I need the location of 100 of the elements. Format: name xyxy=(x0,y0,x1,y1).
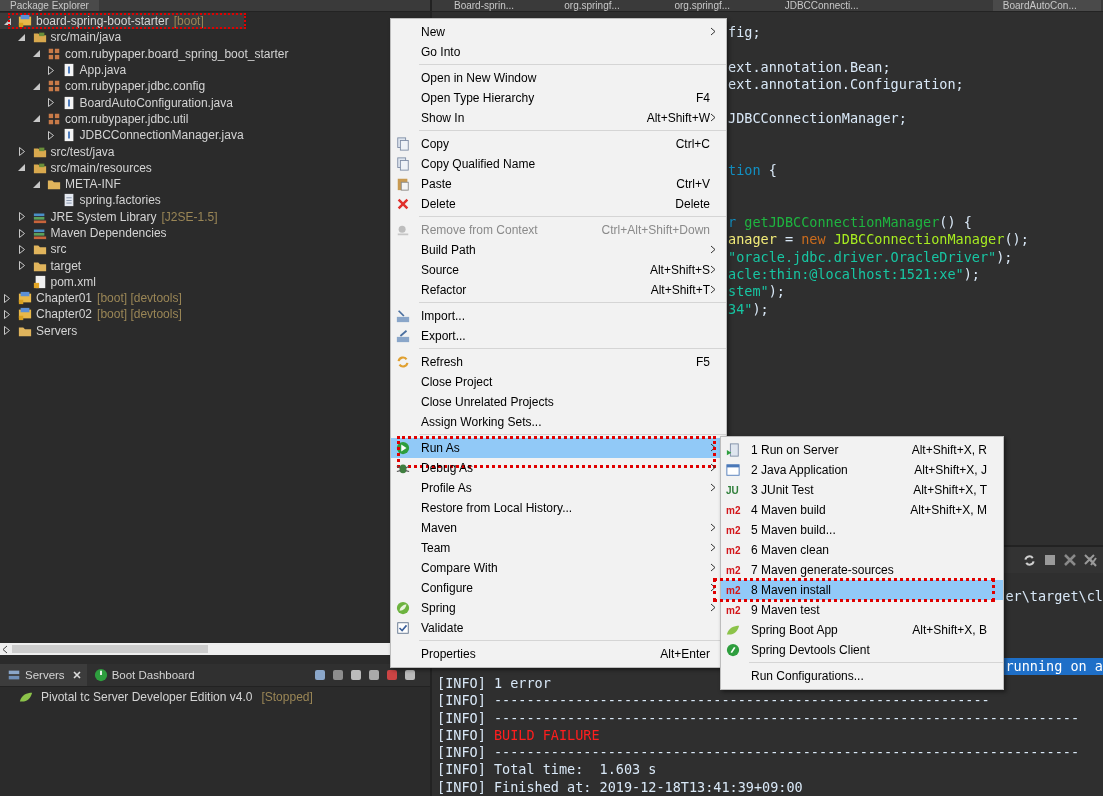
menu-item[interactable]: New xyxy=(391,22,726,42)
expanded-arrow-icon[interactable] xyxy=(32,50,40,58)
menu-item[interactable]: m2 4 Maven build Alt+Shift+X, M xyxy=(721,500,1003,520)
menu-item[interactable]: m2 7 Maven generate-sources xyxy=(721,560,1003,580)
tree-item[interactable]: com.rubypaper.jdbc.util xyxy=(0,110,195,128)
view-tab[interactable]: Boot Dashboard xyxy=(86,664,201,686)
expanded-arrow-icon[interactable] xyxy=(32,180,40,188)
menu-item[interactable]: Source Alt+Shift+S xyxy=(391,260,726,280)
scroll-left-icon[interactable] xyxy=(2,644,8,654)
collapsed-arrow-icon[interactable] xyxy=(4,310,10,319)
menu-item[interactable]: Show In Alt+Shift+W xyxy=(391,108,726,128)
tree-item[interactable]: Maven Dependencies xyxy=(0,224,173,242)
tree-label: Chapter02 xyxy=(36,307,93,322)
tree-item[interactable]: App.java xyxy=(0,61,133,79)
tree-item[interactable]: pom.xml xyxy=(0,273,102,291)
editor-tab[interactable]: BoardAutoCon... xyxy=(992,0,1101,11)
remove-all-icon[interactable] xyxy=(1084,553,1097,567)
console-line: [INFO] Total time: 1.603 s xyxy=(437,761,657,779)
tree-item[interactable]: spring.factories xyxy=(0,192,167,209)
collapsed-arrow-icon[interactable] xyxy=(18,147,25,156)
tree-item[interactable]: BoardAutoConfiguration.java xyxy=(0,94,239,111)
toolbar-icon[interactable] xyxy=(368,669,380,681)
close-icon[interactable] xyxy=(72,671,81,679)
tree-item[interactable]: src/test/java xyxy=(0,143,121,160)
menu-item[interactable]: Import... xyxy=(391,306,726,326)
expanded-arrow-icon[interactable] xyxy=(3,17,11,25)
menu-item[interactable]: Spring Boot App Alt+Shift+X, B xyxy=(721,620,1003,640)
console-line: [INFO] 1 error xyxy=(437,674,551,693)
tree-item[interactable]: target xyxy=(0,257,88,274)
menu-item[interactable]: Paste Ctrl+V xyxy=(391,174,726,194)
xml-file-icon xyxy=(32,274,47,289)
collapsed-arrow-icon[interactable] xyxy=(18,244,25,254)
tree-item[interactable]: com.rubypaper.jdbc.config xyxy=(0,78,212,95)
tree-label: Servers xyxy=(36,323,78,338)
tree-item[interactable]: src/main/java xyxy=(0,29,128,46)
menu-item[interactable]: Open Type Hierarchy F4 xyxy=(391,88,726,108)
menu-item[interactable]: Assign Working Sets... xyxy=(391,412,726,432)
editor-tab[interactable]: org.springf... xyxy=(554,0,663,11)
menu-item[interactable]: 2 Java Application Alt+Shift+X, J xyxy=(721,460,1003,480)
menu-item[interactable]: Copy Qualified Name xyxy=(391,154,726,174)
tree-item[interactable]: Chapter01 [boot] [devtools] xyxy=(0,290,188,307)
menu-item[interactable]: Delete Delete xyxy=(391,194,726,214)
collapsed-arrow-icon[interactable] xyxy=(18,212,25,222)
view-tab[interactable]: Servers xyxy=(0,664,87,686)
menu-item[interactable]: Open in New Window xyxy=(391,68,726,88)
tree-item[interactable]: JRE System Library [J2SE-1.5] xyxy=(0,208,224,225)
tree-item[interactable]: Chapter02 [boot] [devtools] xyxy=(0,306,188,323)
collapsed-arrow-icon[interactable] xyxy=(4,293,10,303)
stop-icon[interactable] xyxy=(1044,554,1056,567)
tree-label: META-INF xyxy=(65,177,121,192)
tree-item[interactable]: com.rubypaper.board_spring_boot_starter xyxy=(0,45,295,62)
menu-item[interactable]: m2 6 Maven clean xyxy=(721,540,1003,560)
toolbar-icon[interactable] xyxy=(404,669,416,681)
collapsed-arrow-icon[interactable] xyxy=(18,261,25,271)
power-icon xyxy=(93,668,108,682)
view-tab[interactable]: Package Explorer xyxy=(0,0,99,11)
menu-item[interactable]: JU 3 JUnit Test Alt+Shift+X, T xyxy=(721,480,1003,500)
editor-tab[interactable]: JDBCConnecti... xyxy=(774,0,991,11)
collapsed-arrow-icon[interactable] xyxy=(4,326,10,336)
menu-item[interactable]: m2 5 Maven build... xyxy=(721,520,1003,540)
tree-item[interactable]: Servers xyxy=(0,322,84,339)
tree-item[interactable]: board-spring-boot-starter [boot] xyxy=(0,13,244,30)
tree-decoration: [boot] [devtools] xyxy=(97,291,182,306)
toolbar-icon[interactable] xyxy=(314,669,326,681)
refresh-icon xyxy=(396,355,410,369)
editor-tab[interactable]: Board-sprin... xyxy=(444,0,553,11)
menu-item[interactable]: Spring Devtools Client xyxy=(721,640,1003,660)
expanded-arrow-icon[interactable] xyxy=(32,115,40,123)
menu-item[interactable]: Build Path xyxy=(391,240,726,260)
remove-icon xyxy=(396,223,410,237)
collapsed-arrow-icon[interactable] xyxy=(47,130,54,140)
expanded-arrow-icon[interactable] xyxy=(32,82,40,90)
expanded-arrow-icon[interactable] xyxy=(18,33,25,41)
menu-item[interactable]: Close Project xyxy=(391,372,726,392)
menu-item[interactable]: Export... xyxy=(391,326,726,346)
menu-item[interactable]: Run Configurations... xyxy=(721,666,1003,686)
toolbar-icon[interactable] xyxy=(350,669,362,681)
menu-icon-label: m2 xyxy=(726,604,741,616)
editor-tab[interactable]: org.springf... xyxy=(664,0,773,11)
server-row[interactable]: Pivotal tc Server Developer Edition v4.0 [Stopped] xyxy=(0,687,430,704)
tree-item[interactable]: src xyxy=(0,241,73,258)
collapsed-arrow-icon[interactable] xyxy=(18,228,25,238)
project-icon xyxy=(18,307,32,322)
refresh-icon[interactable] xyxy=(1023,553,1036,567)
menu-item[interactable]: Refactor Alt+Shift+T xyxy=(391,280,726,300)
menu-item[interactable]: Close Unrelated Projects xyxy=(391,392,726,412)
menu-item[interactable]: m2 9 Maven test xyxy=(721,600,1003,620)
remove-icon[interactable] xyxy=(1064,554,1076,567)
tree-item[interactable]: src/main/resources xyxy=(0,159,158,176)
tree-label: src/main/java xyxy=(50,30,122,45)
expanded-arrow-icon[interactable] xyxy=(18,164,25,172)
menu-item[interactable]: Copy Ctrl+C xyxy=(391,134,726,154)
collapsed-arrow-icon[interactable] xyxy=(47,65,54,75)
tree-item[interactable]: JDBCConnectionManager.java xyxy=(0,127,250,144)
menu-item[interactable]: Refresh F5 xyxy=(391,352,726,372)
collapsed-arrow-icon[interactable] xyxy=(47,98,54,108)
tree-item[interactable]: META-INF xyxy=(0,175,127,193)
toolbar-icon[interactable] xyxy=(332,669,344,681)
menu-item[interactable]: Go Into xyxy=(391,42,726,62)
play-icon xyxy=(396,441,410,455)
